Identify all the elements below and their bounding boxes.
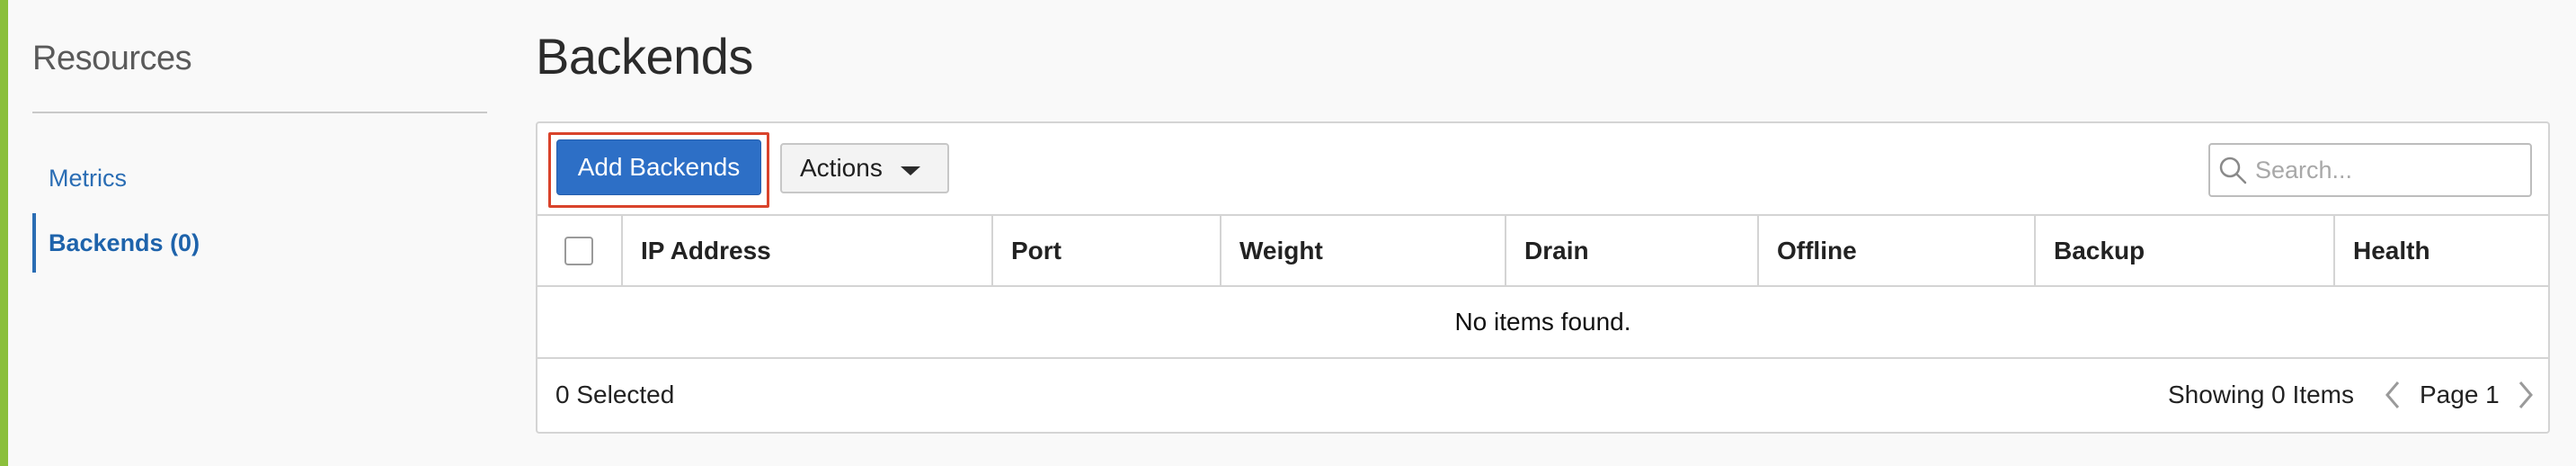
add-backends-button[interactable]: Add Backends [556, 139, 761, 195]
table-header-row: IP Address Port Weight Drain Offline Bac… [537, 214, 2548, 287]
column-header-ip-address[interactable]: IP Address [623, 216, 993, 285]
select-all-checkbox[interactable] [564, 236, 593, 265]
backends-panel: Add Backends Actions IP Address Port Wei… [536, 121, 2550, 434]
search-icon [2210, 145, 2255, 195]
actions-dropdown[interactable]: Actions [780, 143, 949, 193]
left-accent-bar [0, 0, 8, 466]
page-title: Backends [536, 28, 753, 85]
sidebar: Resources Metrics Backends (0) [32, 0, 487, 466]
column-header-offline[interactable]: Offline [1759, 216, 2036, 285]
empty-message: No items found. [1454, 308, 1631, 336]
table-footer: 0 Selected Showing 0 Items Page 1 [537, 359, 2548, 431]
page-indicator: Page 1 [2420, 381, 2500, 408]
sidebar-item-backends[interactable]: Backends (0) [32, 213, 487, 273]
column-header-drain[interactable]: Drain [1506, 216, 1759, 285]
sidebar-divider [32, 112, 487, 113]
empty-state-row: No items found. [537, 287, 2548, 359]
sidebar-item-metrics[interactable]: Metrics [32, 153, 487, 203]
actions-label: Actions [800, 154, 883, 182]
search-input[interactable] [2255, 148, 2516, 193]
caret-down-icon [901, 166, 920, 175]
sidebar-nav: Metrics Backends (0) [32, 153, 487, 273]
items-count: Showing 0 Items [2168, 381, 2354, 408]
search-box[interactable] [2208, 143, 2532, 197]
column-header-backup[interactable]: Backup [2036, 216, 2335, 285]
chevron-right-icon[interactable] [2513, 377, 2538, 413]
sidebar-title: Resources [32, 40, 192, 77]
column-header-port[interactable]: Port [993, 216, 1221, 285]
column-header-health[interactable]: Health [2335, 216, 2548, 285]
chevron-left-icon[interactable] [2380, 377, 2405, 413]
selected-count: 0 Selected [555, 381, 675, 408]
toolbar: Add Backends Actions [537, 123, 2548, 216]
column-header-weight[interactable]: Weight [1221, 216, 1506, 285]
backends-table: IP Address Port Weight Drain Offline Bac… [537, 214, 2548, 431]
select-all-cell [537, 216, 623, 285]
